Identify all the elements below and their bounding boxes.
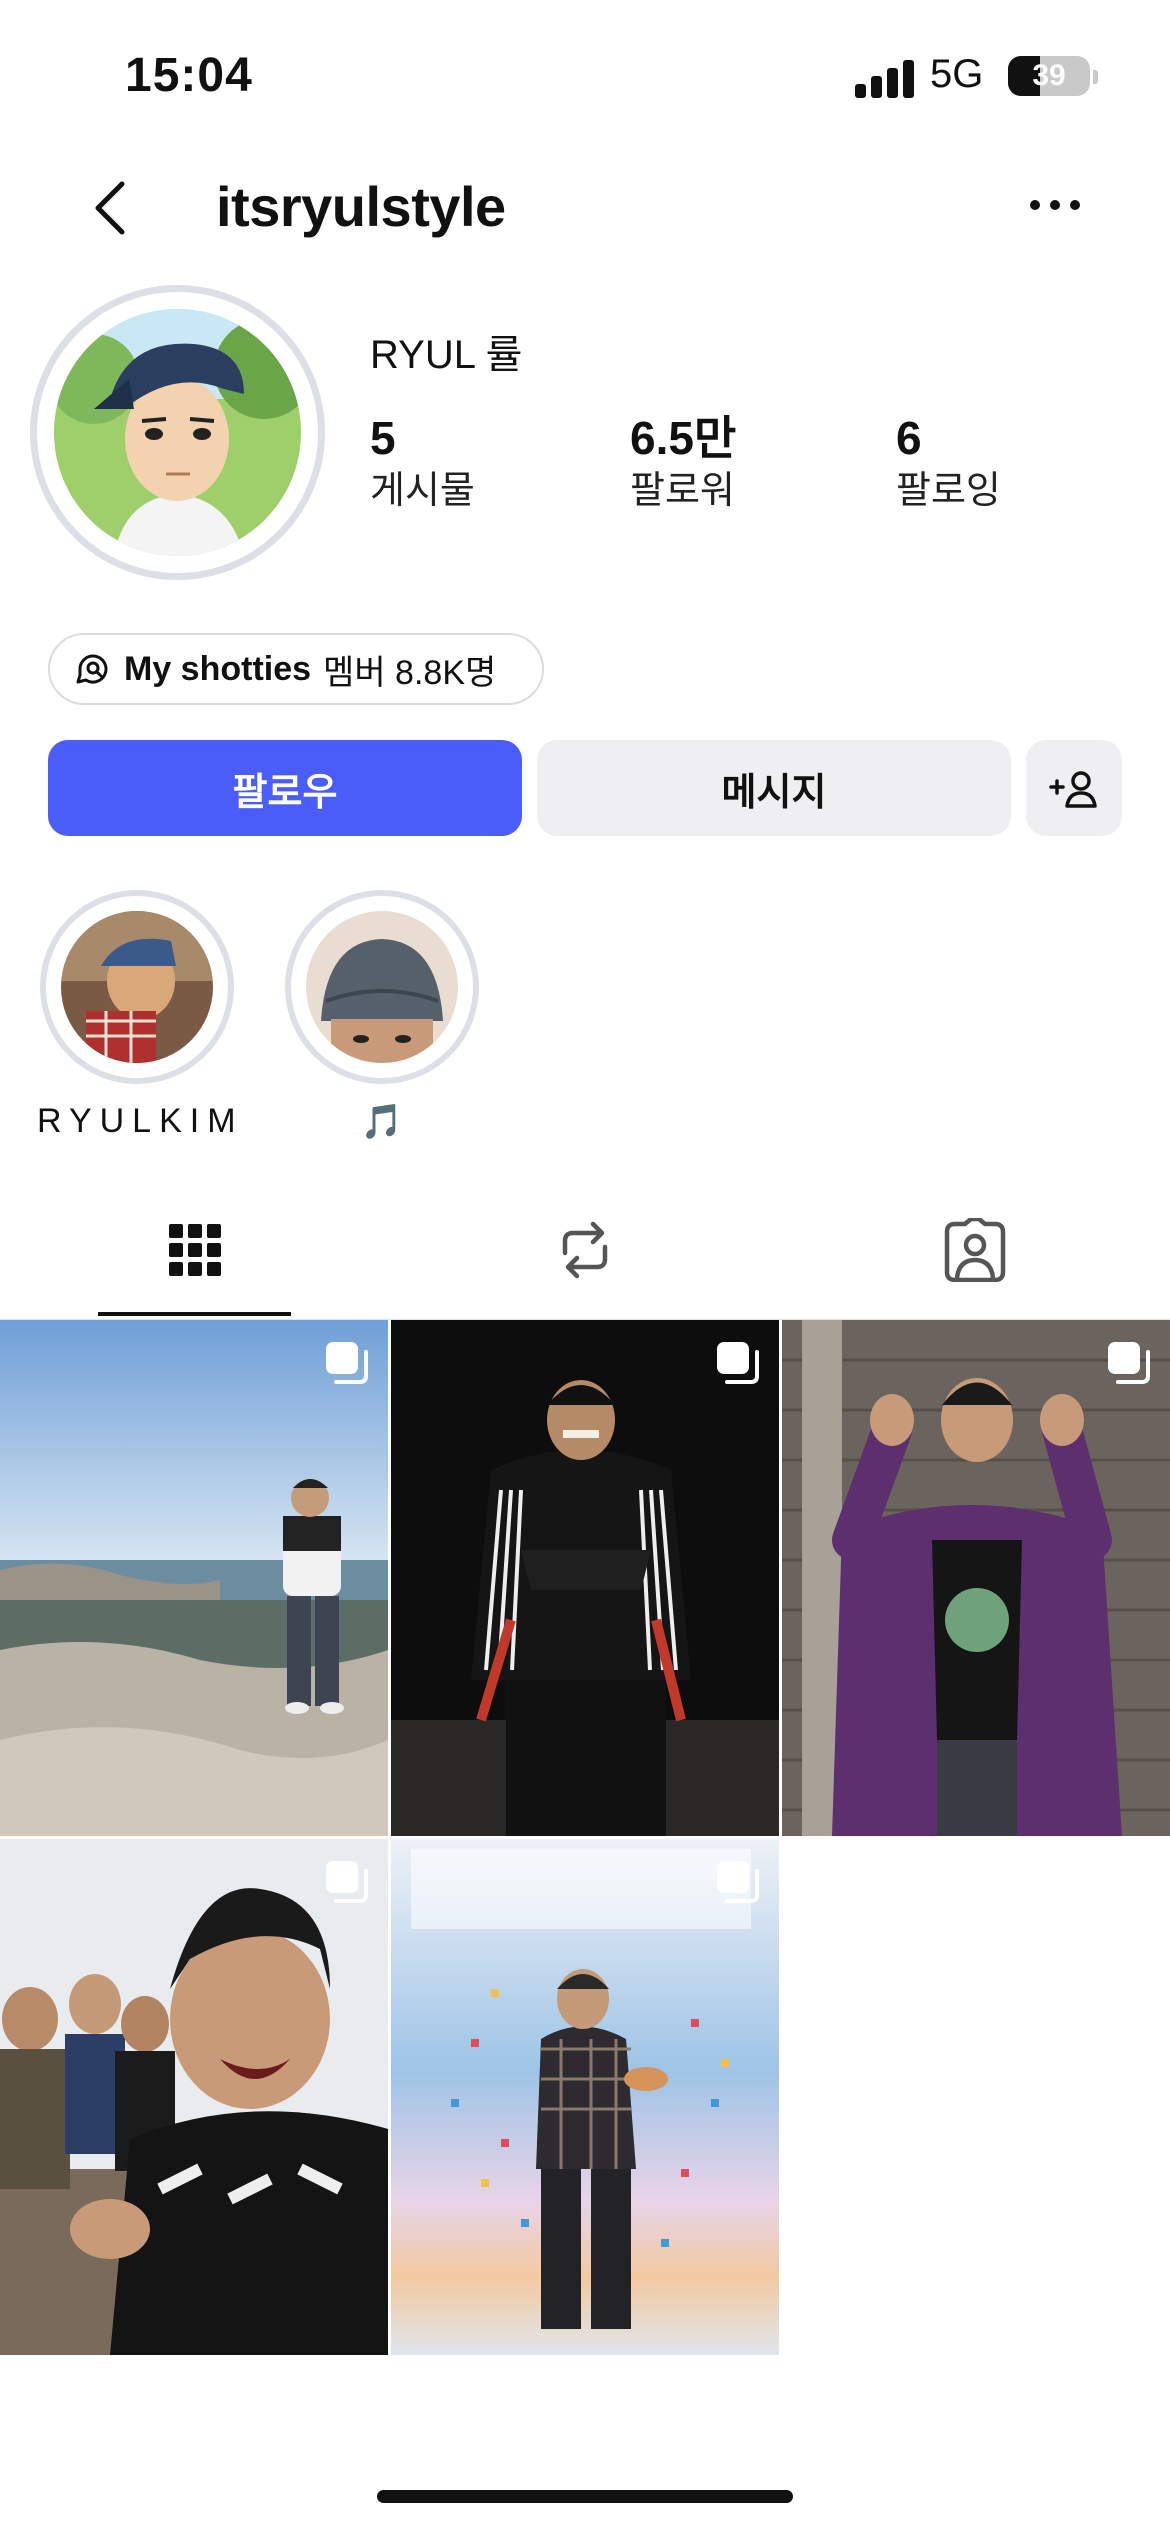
carousel-icon xyxy=(717,1342,759,1384)
profile-header: itsryulstyle xyxy=(0,160,1170,250)
message-button[interactable]: 메시지 xyxy=(537,740,1011,836)
add-user-button[interactable] xyxy=(1026,740,1122,836)
tab-posts[interactable] xyxy=(0,1180,390,1320)
post-image xyxy=(0,1839,388,2355)
active-tab-indicator xyxy=(98,1312,291,1316)
post-image xyxy=(391,1320,779,1836)
channel-name: My shotties xyxy=(124,649,312,688)
ellipsis-icon[interactable] xyxy=(1025,180,1085,230)
status-bar: 15:04 5G 39 xyxy=(0,0,1170,150)
follow-button[interactable]: 팔로우 xyxy=(48,740,522,836)
stat-value: 6 xyxy=(896,412,922,464)
channel-members: 멤버 8.8K명 xyxy=(323,653,497,692)
battery-level: 39 xyxy=(1032,59,1066,92)
stat-label: 게시물 xyxy=(370,470,475,512)
post-thumbnail[interactable] xyxy=(391,1320,779,1836)
tab-reposts[interactable] xyxy=(390,1180,780,1320)
post-image xyxy=(391,1839,779,2355)
post-image xyxy=(0,1320,388,1836)
carousel-icon xyxy=(326,1342,368,1384)
post-thumbnail[interactable] xyxy=(391,1839,779,2355)
profile-tabs xyxy=(0,1180,1170,1320)
avatar-image xyxy=(54,309,301,556)
display-name: RYUL 률 xyxy=(370,333,523,377)
highlight-ring xyxy=(40,890,234,1084)
highlight-cover xyxy=(61,911,213,1063)
carousel-icon xyxy=(1108,1342,1150,1384)
broadcast-channel-icon xyxy=(76,654,108,684)
tagged-user-icon xyxy=(944,1218,1006,1282)
stat-followers[interactable]: 6.5만 팔로워 xyxy=(630,410,736,516)
stat-label: 팔로워 xyxy=(630,470,735,512)
carousel-icon xyxy=(326,1861,368,1903)
story-highlight[interactable]: 🎵 xyxy=(282,890,482,1142)
carousel-icon xyxy=(717,1861,759,1903)
post-thumbnail[interactable] xyxy=(0,1320,388,1836)
add-user-icon xyxy=(1049,771,1097,808)
grid-icon xyxy=(169,1224,221,1276)
stat-value: 6.5만 xyxy=(630,412,737,464)
chevron-left-icon[interactable] xyxy=(88,178,138,238)
stat-following[interactable]: 6 팔로잉 xyxy=(896,410,1001,516)
page-title: itsryulstyle xyxy=(216,175,506,238)
cellular-signal-icon xyxy=(855,58,915,98)
broadcast-channel-pill[interactable]: My shotties 멤버 8.8K명 xyxy=(48,633,544,705)
post-image xyxy=(782,1320,1170,1836)
battery-cap xyxy=(1093,70,1098,84)
repost-icon xyxy=(562,1221,608,1279)
home-indicator[interactable] xyxy=(377,2490,793,2503)
highlight-cover xyxy=(306,911,458,1063)
stat-value: 5 xyxy=(370,412,396,464)
status-time: 15:04 xyxy=(125,49,253,102)
story-highlight[interactable]: RYULKIM xyxy=(37,890,237,1141)
post-thumbnail[interactable] xyxy=(0,1839,388,2355)
tab-tagged[interactable] xyxy=(780,1180,1170,1320)
battery-icon: 39 xyxy=(1008,56,1090,96)
highlight-label: 🎵 xyxy=(360,1103,404,1141)
stat-posts[interactable]: 5 게시물 xyxy=(370,410,475,516)
stat-label: 팔로잉 xyxy=(896,470,1001,512)
highlight-ring xyxy=(285,890,479,1084)
post-thumbnail[interactable] xyxy=(782,1320,1170,1836)
highlight-label: RYULKIM xyxy=(37,1102,244,1140)
avatar[interactable] xyxy=(30,285,325,580)
network-type: 5G xyxy=(930,52,984,96)
